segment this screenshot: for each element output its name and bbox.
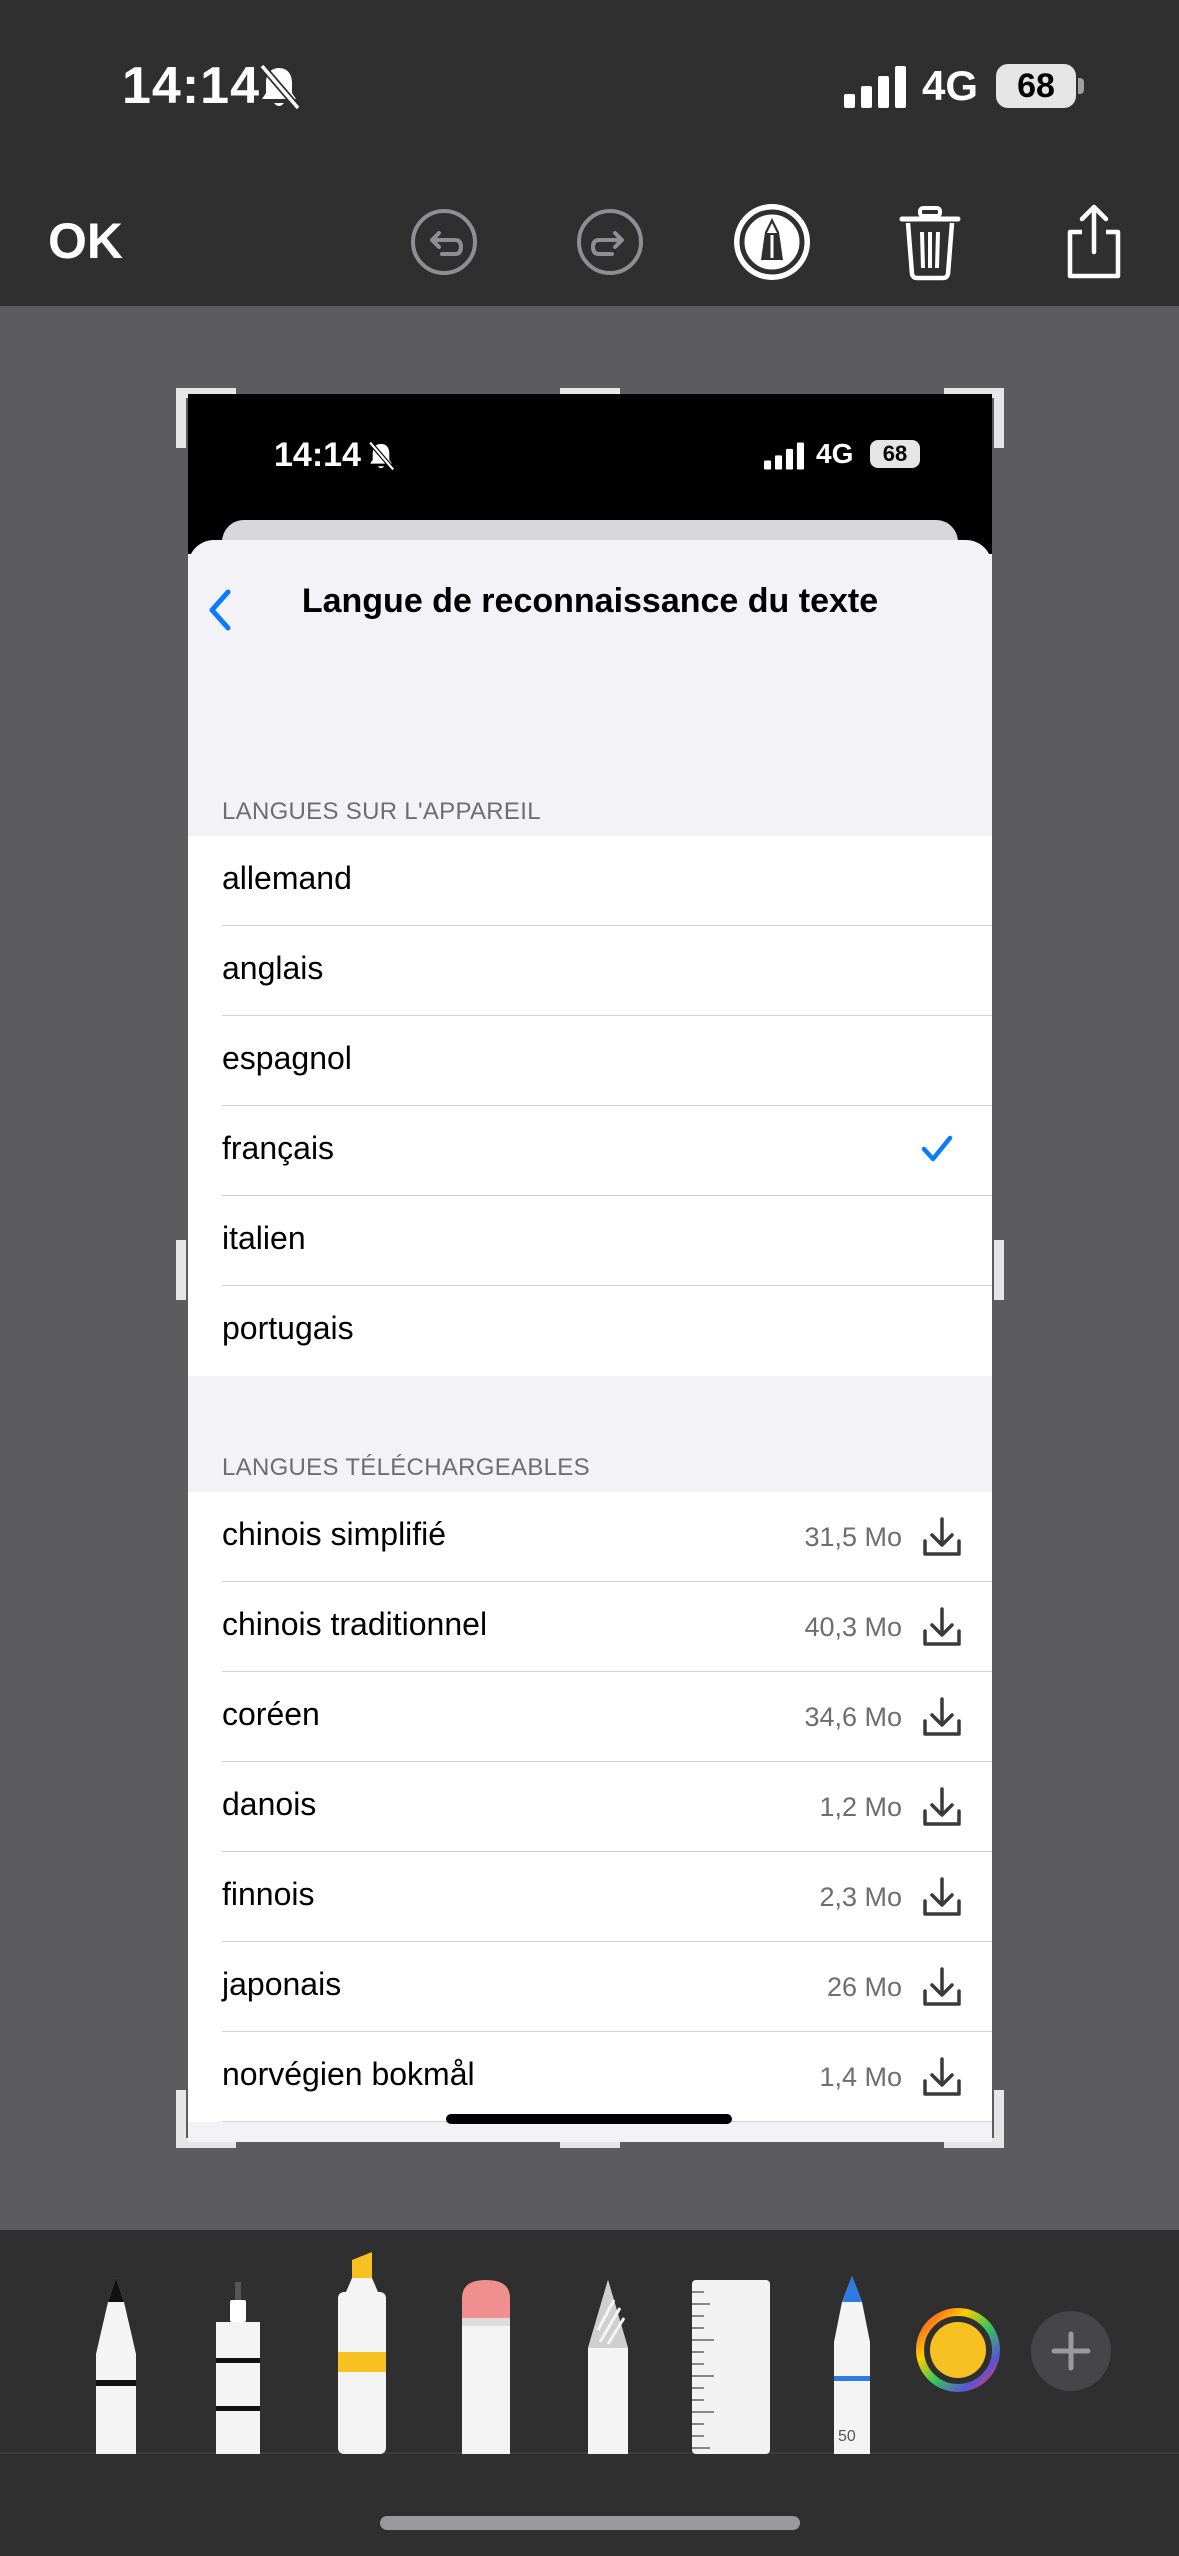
crop-handle-top-right-v[interactable]	[994, 388, 1004, 448]
battery-indicator: 68	[996, 64, 1076, 108]
download-size: 40,3 Mo	[804, 1612, 902, 1642]
download-size: 2,3 Mo	[819, 1882, 902, 1912]
status-bar: 14:14 4G 68	[0, 0, 1179, 170]
language-label: français	[222, 1130, 335, 1166]
inner-silent-bell-icon	[368, 441, 395, 471]
battery-tip	[1078, 78, 1084, 94]
language-label: danois	[222, 1786, 317, 1822]
language-row-italien[interactable]: italien	[188, 1196, 992, 1286]
download-row[interactable]: chinois simplifié 31,5 Mo	[188, 1492, 992, 1582]
download-row[interactable]: japonais 26 Mo	[188, 1942, 992, 2032]
page-title: Langue de reconnaissance du texte	[301, 582, 879, 620]
network-type: 4G	[922, 62, 979, 109]
download-icon[interactable]	[922, 1876, 962, 1918]
downloadable-languages-header: LANGUES TÉLÉCHARGEABLES	[222, 1454, 590, 1481]
download-size: 1,2 Mo	[819, 1792, 902, 1822]
language-label: anglais	[222, 950, 324, 986]
language-label: italien	[222, 1220, 306, 1256]
pencil-tool-icon[interactable]	[824, 2272, 880, 2454]
language-row-portugais[interactable]: portugais	[188, 1286, 992, 1376]
eraser-tool-icon[interactable]	[456, 2278, 516, 2454]
language-label: finnois	[222, 1876, 315, 1912]
silent-bell-icon	[259, 63, 301, 111]
language-row-francais[interactable]: français	[188, 1106, 992, 1196]
download-size: 34,6 Mo	[804, 1702, 902, 1732]
download-size: 31,5 Mo	[804, 1522, 902, 1552]
download-icon[interactable]	[922, 1966, 962, 2008]
downloadable-languages-list: chinois simplifié 31,5 Mo chinois tradit…	[188, 1492, 992, 2122]
status-time: 14:14	[122, 57, 260, 115]
inner-network-type: 4G	[816, 438, 854, 469]
language-label: norvégien bokmål	[222, 2056, 475, 2092]
language-row-espagnol[interactable]: espagnol	[188, 1016, 992, 1106]
crop-handle-right[interactable]	[994, 1240, 1004, 1300]
crop-handle-bottom-left-v[interactable]	[176, 2090, 186, 2148]
lasso-tool-icon[interactable]	[578, 2278, 638, 2454]
language-label: portugais	[222, 1310, 354, 1346]
trash-icon[interactable]	[890, 202, 970, 282]
markup-toolbar: OK	[0, 190, 1179, 300]
undo-icon[interactable]	[404, 202, 484, 282]
download-icon[interactable]	[922, 1786, 962, 1828]
download-row[interactable]: coréen 34,6 Mo	[188, 1672, 992, 1762]
pen-tool-icon[interactable]	[86, 2270, 146, 2454]
highlighter-tool-icon[interactable]	[332, 2248, 392, 2454]
language-sheet: Langue de reconnaissance du texte LANGUE…	[188, 540, 992, 2142]
download-size: 1,4 Mo	[819, 2062, 902, 2092]
device-languages-list: allemand anglais espagnol français itali…	[188, 836, 992, 1376]
download-icon[interactable]	[922, 1606, 962, 1648]
crop-handle-left[interactable]	[176, 1240, 186, 1300]
inner-battery-indicator: 68	[870, 440, 920, 468]
inner-status-time: 14:14	[274, 436, 361, 474]
markup-pen-icon[interactable]	[732, 202, 812, 282]
download-icon[interactable]	[922, 1516, 962, 1558]
language-label: allemand	[222, 860, 352, 896]
home-indicator[interactable]	[380, 2516, 800, 2530]
monoline-tool-icon[interactable]	[210, 2272, 266, 2454]
color-picker-icon[interactable]	[914, 2306, 1002, 2394]
ruler-tool-icon[interactable]	[690, 2278, 772, 2454]
done-button[interactable]: OK	[48, 212, 123, 270]
inner-cellular-signal-icon	[764, 442, 804, 470]
screenshot-preview: 14:14 4G 68 Langue de reconnaissance du …	[188, 394, 992, 2142]
language-label: espagnol	[222, 1040, 352, 1076]
download-row[interactable]: finnois 2,3 Mo	[188, 1852, 992, 1942]
share-icon[interactable]	[1054, 202, 1134, 282]
checkmark-icon	[921, 1135, 953, 1162]
crop-handle-bottom-right-v[interactable]	[994, 2090, 1004, 2148]
download-row[interactable]: danois 1,2 Mo	[188, 1762, 992, 1852]
cellular-signal-icon	[844, 66, 906, 108]
language-label: chinois traditionnel	[222, 1606, 488, 1642]
plus-icon[interactable]	[1030, 2310, 1112, 2392]
language-label: coréen	[222, 1696, 320, 1732]
download-icon[interactable]	[922, 2056, 962, 2098]
inner-home-indicator	[446, 2114, 732, 2124]
language-label: japonais	[222, 1966, 342, 2002]
language-row-allemand[interactable]: allemand	[188, 836, 992, 926]
language-row-anglais[interactable]: anglais	[188, 926, 992, 1016]
download-row[interactable]: norvégien bokmål 1,4 Mo	[188, 2032, 992, 2122]
download-icon[interactable]	[922, 1696, 962, 1738]
download-size: 26 Mo	[826, 1972, 902, 2002]
redo-icon[interactable]	[570, 202, 650, 282]
crop-handle-top-left-v[interactable]	[176, 388, 186, 448]
device-languages-header: LANGUES SUR L'APPAREIL	[222, 798, 541, 825]
download-row[interactable]: chinois traditionnel 40,3 Mo	[188, 1582, 992, 1672]
pencil-width-label: 50	[838, 2428, 856, 2445]
language-label: chinois simplifié	[222, 1516, 447, 1552]
